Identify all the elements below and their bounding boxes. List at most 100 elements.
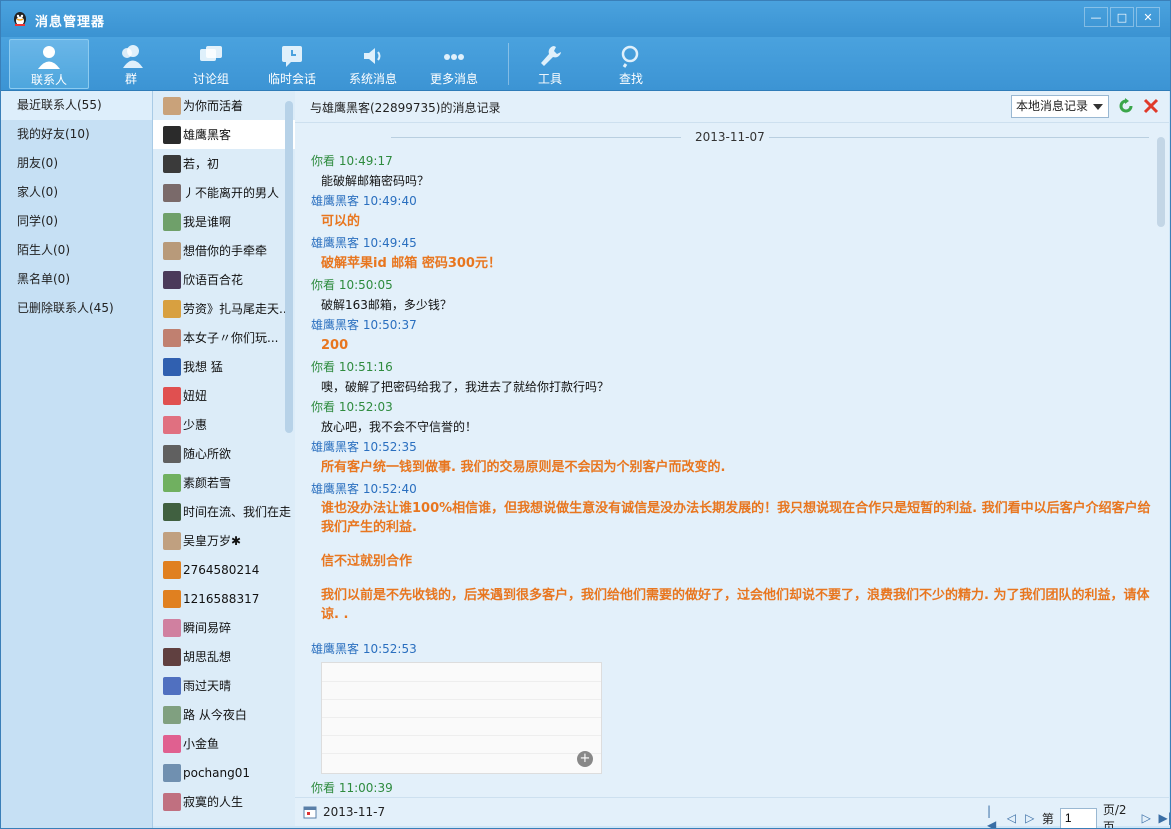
message-body: 破解苹果id 邮箱 密码300元！ bbox=[321, 256, 501, 271]
contact-item[interactable]: 1216588317 bbox=[153, 584, 295, 613]
contact-name: 妞妞 bbox=[183, 389, 208, 403]
contact-item[interactable]: 吴皇万岁✱ bbox=[153, 526, 295, 555]
avatar bbox=[163, 415, 181, 434]
title-bar[interactable]: 消息管理器 — □ ✕ bbox=[1, 1, 1170, 37]
message-sender: 你看 bbox=[311, 400, 336, 414]
avatar bbox=[163, 328, 181, 347]
contact-item[interactable]: 素颜若雪 bbox=[153, 468, 295, 497]
contact-item[interactable]: 路 从今夜白 bbox=[153, 700, 295, 729]
avatar bbox=[163, 705, 181, 724]
search-icon bbox=[621, 45, 639, 68]
chat-scrollbar-thumb[interactable] bbox=[1157, 137, 1165, 227]
contact-item[interactable]: pochang01 bbox=[153, 758, 295, 787]
contact-item[interactable]: 丿不能离开的男人 bbox=[153, 178, 295, 207]
message-sender: 你看 bbox=[311, 154, 336, 168]
prev-page-button[interactable]: ◁ bbox=[1005, 809, 1017, 827]
page-number-input[interactable] bbox=[1059, 807, 1097, 828]
category-blacklist[interactable]: 黑名单(0) bbox=[1, 265, 152, 294]
contact-item[interactable]: 若，初 bbox=[153, 149, 295, 178]
category-friends[interactable]: 朋友(0) bbox=[1, 149, 152, 178]
contact-item[interactable]: 随心所欲 bbox=[153, 439, 295, 468]
chat-scrollbar[interactable] bbox=[1156, 127, 1166, 826]
close-button[interactable]: ✕ bbox=[1136, 7, 1160, 27]
contact-item[interactable]: 少惠 bbox=[153, 410, 295, 439]
more-dots-icon bbox=[444, 54, 464, 60]
message-sender: 雄鹰黑客 bbox=[311, 642, 360, 656]
message-body: 谁也没办法让谁100%相信谁，但我想说做生意没有诚信是没办法长期发展的！我只想说… bbox=[311, 499, 1151, 624]
contact-name: 时间在流、我们在走 bbox=[183, 505, 292, 519]
category-my-friends[interactable]: 我的好友(10) bbox=[1, 120, 152, 149]
contact-list-scrollbar[interactable] bbox=[285, 101, 293, 433]
contact-name: 想借你的手牵牵 bbox=[183, 244, 268, 258]
category-strangers[interactable]: 陌生人(0) bbox=[1, 236, 152, 265]
contact-item[interactable]: 欣语百合花 bbox=[153, 265, 295, 294]
contact-name: 素颜若雪 bbox=[183, 476, 232, 490]
contact-name: 路 从今夜白 bbox=[183, 708, 247, 722]
tab-search[interactable]: 查找 bbox=[591, 39, 671, 89]
contact-item[interactable]: 雨过天晴 bbox=[153, 671, 295, 700]
maximize-button[interactable]: □ bbox=[1110, 7, 1134, 27]
minimize-button[interactable]: — bbox=[1084, 7, 1108, 27]
avatar bbox=[163, 763, 181, 782]
tab-discussion[interactable]: 讨论组 bbox=[171, 39, 251, 89]
record-source-select[interactable]: 本地消息记录 bbox=[1011, 95, 1109, 118]
message-time: 10:52:35 bbox=[362, 440, 417, 454]
speaker-icon bbox=[364, 48, 381, 64]
contact-name: 劳资》扎马尾走天... bbox=[183, 302, 291, 316]
tab-groups[interactable]: 群 bbox=[91, 39, 171, 89]
contact-item[interactable]: 妞妞 bbox=[153, 381, 295, 410]
contact-item[interactable]: 寂寞的人生 bbox=[153, 787, 295, 816]
message-time: 10:52:03 bbox=[338, 400, 393, 414]
contact-item[interactable]: 小金鱼 bbox=[153, 729, 295, 758]
avatar bbox=[163, 792, 181, 811]
avatar bbox=[163, 386, 181, 405]
message-sender: 雄鹰黑客 bbox=[311, 482, 360, 496]
message-time: 10:49:40 bbox=[362, 194, 417, 208]
message-body: 200 bbox=[321, 338, 349, 353]
tab-contacts[interactable]: 联系人 bbox=[9, 39, 89, 89]
calendar-icon[interactable] bbox=[303, 805, 317, 819]
message-time: 10:50:37 bbox=[362, 318, 417, 332]
first-page-button[interactable]: |◀ bbox=[987, 804, 999, 828]
contact-name: 小金鱼 bbox=[183, 737, 220, 751]
contact-item[interactable]: 本女子〃你们玩... bbox=[153, 323, 295, 352]
message-sender: 雄鹰黑客 bbox=[311, 318, 360, 332]
contact-name: 1216588317 bbox=[183, 591, 260, 606]
avatar bbox=[163, 183, 181, 202]
tab-more-messages[interactable]: 更多消息 bbox=[414, 39, 494, 89]
last-page-button[interactable]: ▶| bbox=[1158, 809, 1170, 827]
contact-item[interactable]: 时间在流、我们在走 bbox=[153, 497, 295, 526]
image-attachment[interactable]: + bbox=[321, 662, 602, 774]
category-recent[interactable]: 最近联系人(55) bbox=[1, 91, 152, 120]
contact-name: 2764580214 bbox=[183, 562, 260, 577]
next-page-button[interactable]: ▷ bbox=[1024, 809, 1036, 827]
message-sender: 雄鹰黑客 bbox=[311, 236, 360, 250]
next-page-button-2[interactable]: ▷ bbox=[1140, 809, 1152, 827]
delete-icon[interactable] bbox=[1142, 97, 1160, 115]
contact-item[interactable]: 2764580214 bbox=[153, 555, 295, 584]
avatar bbox=[163, 502, 181, 521]
message-time: 10:52:53 bbox=[362, 642, 417, 656]
category-family[interactable]: 家人(0) bbox=[1, 178, 152, 207]
zoom-icon[interactable]: + bbox=[577, 751, 593, 767]
category-classmates[interactable]: 同学(0) bbox=[1, 207, 152, 236]
tab-system-messages[interactable]: 系统消息 bbox=[333, 39, 413, 89]
avatar bbox=[163, 560, 181, 579]
page-label-prefix: 第 bbox=[1041, 811, 1054, 826]
contact-item[interactable]: 雄鹰黑客 bbox=[153, 120, 295, 149]
message-body: 噢，破解了把密码给我了，我进去了就给你打款行吗？ bbox=[321, 380, 610, 394]
contact-item[interactable]: 为你而活着 bbox=[153, 91, 295, 120]
contact-item[interactable]: 我是谁啊 bbox=[153, 207, 295, 236]
contact-item[interactable]: 瞬间易碎 bbox=[153, 613, 295, 642]
contact-item[interactable]: 想借你的手牵牵 bbox=[153, 236, 295, 265]
refresh-icon[interactable] bbox=[1117, 97, 1135, 115]
tab-tools[interactable]: 工具 bbox=[510, 39, 590, 89]
contact-item[interactable]: 胡思乱想 bbox=[153, 642, 295, 671]
contact-item[interactable]: 我想 猛 bbox=[153, 352, 295, 381]
contact-item[interactable]: 劳资》扎马尾走天... bbox=[153, 294, 295, 323]
discussion-icon bbox=[200, 46, 222, 61]
category-deleted[interactable]: 已删除联系人(45) bbox=[1, 294, 152, 323]
tab-temp-chat[interactable]: 临时会话 bbox=[252, 39, 332, 89]
footer-date: 2013-11-7 bbox=[323, 805, 386, 819]
avatar bbox=[163, 299, 181, 318]
